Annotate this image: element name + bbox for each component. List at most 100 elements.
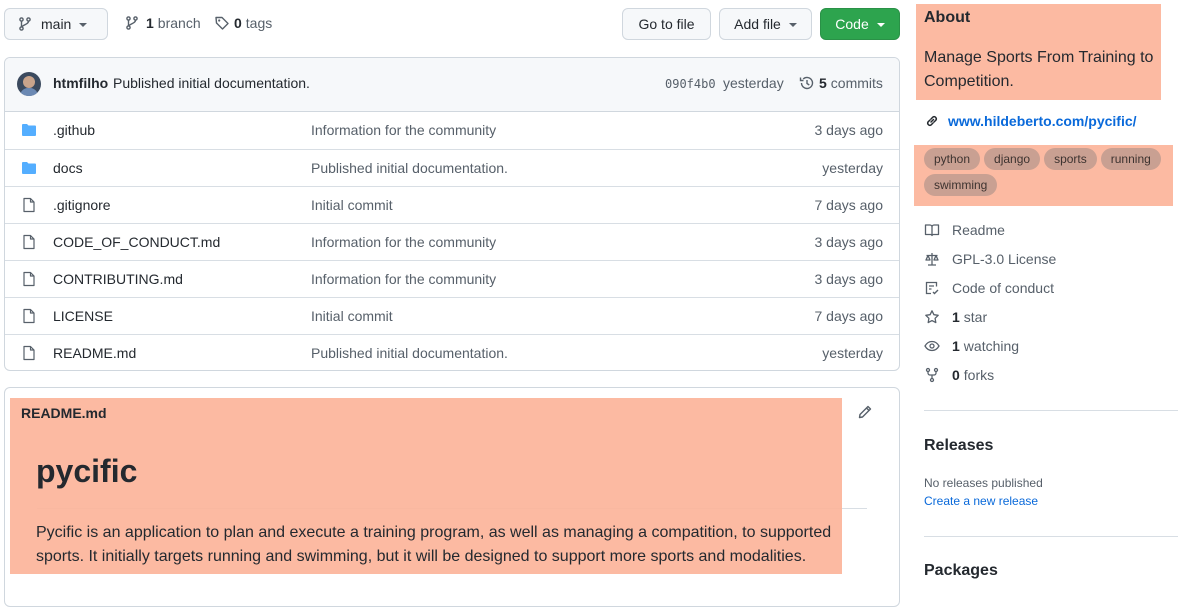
sidebar-divider [924, 410, 1178, 411]
topic-tag[interactable]: running [1100, 148, 1161, 170]
folder-icon [21, 122, 37, 138]
topic-tag[interactable]: django [984, 148, 1041, 170]
file-commit-message[interactable]: Published initial documentation. [311, 160, 508, 176]
tag-icon [214, 15, 230, 31]
avatar[interactable] [17, 72, 41, 96]
readme-link[interactable]: Readme [924, 222, 1005, 238]
file-commit-message[interactable]: Initial commit [311, 197, 393, 213]
file-icon [21, 345, 37, 361]
stars-label: star [963, 309, 988, 325]
topic-tag[interactable]: swimming [924, 174, 998, 196]
readme-link-label: Readme [952, 222, 1005, 238]
about-heading: About [924, 9, 971, 26]
commits-history-link[interactable]: 5 commits [799, 75, 883, 91]
file-row[interactable]: CODE_OF_CONDUCT.md Information for the co… [5, 223, 899, 260]
stars-link[interactable]: 1 star [924, 309, 987, 325]
file-age: 3 days ago [814, 122, 884, 138]
readme-title: pycific [36, 453, 138, 489]
file-row[interactable]: docs Published initial documentation. yest… [5, 149, 899, 186]
website-link[interactable]: www.hildeberto.com/pycific/ [924, 113, 1137, 129]
code-button[interactable]: Code [820, 8, 900, 40]
file-icon [21, 197, 37, 213]
file-row[interactable]: README.md Published initial documentation… [5, 334, 899, 370]
file-name[interactable]: docs [53, 160, 83, 176]
commits-label: commits [830, 75, 883, 91]
folder-icon [21, 160, 37, 176]
forks-label: forks [963, 367, 995, 383]
file-name[interactable]: .gitignore [53, 197, 111, 213]
file-row[interactable]: LICENSE Initial commit 7 days ago [5, 297, 899, 334]
commit-message[interactable]: Published initial documentation. [113, 75, 310, 91]
code-of-conduct-icon [924, 280, 940, 296]
branch-count: 1 [146, 15, 154, 31]
commits-count: 5 [819, 75, 827, 91]
file-commit-message[interactable]: Information for the community [311, 271, 496, 287]
watchers-link[interactable]: 1 watching [924, 338, 1019, 354]
pencil-icon [857, 404, 873, 420]
file-row[interactable]: .gitignore Initial commit 7 days ago [5, 186, 899, 223]
about-description: Manage Sports From Training to Competiti… [924, 49, 1154, 90]
add-file-button[interactable]: Add file [719, 8, 812, 40]
link-icon [924, 113, 940, 129]
tags-link[interactable]: 0 tags [214, 15, 272, 31]
eye-icon [924, 338, 940, 354]
topic-tag[interactable]: python [924, 148, 981, 170]
packages-heading[interactable]: Packages [924, 562, 998, 580]
code-label: Code [835, 16, 869, 32]
star-icon [924, 309, 940, 325]
file-icon [21, 308, 37, 324]
chevron-down-icon [876, 23, 885, 27]
releases-heading[interactable]: Releases [924, 437, 993, 455]
branches-link[interactable]: 1 branch [124, 15, 201, 31]
fork-icon [924, 367, 940, 383]
book-icon [924, 222, 940, 238]
watching-label: watching [963, 338, 1020, 354]
readme-filename[interactable]: README.md [21, 405, 107, 421]
file-commit-message[interactable]: Information for the community [311, 122, 496, 138]
file-name[interactable]: .github [53, 122, 95, 138]
file-name[interactable]: LICENSE [53, 308, 113, 324]
code-of-conduct-link[interactable]: Code of conduct [924, 280, 1054, 296]
commit-sha[interactable]: 090f4b0 [665, 77, 716, 91]
file-browser: htmfilho Published initial documentation… [4, 57, 900, 371]
license-link-label: GPL-3.0 License [952, 251, 1057, 267]
latest-commit-bar: htmfilho Published initial documentation… [5, 58, 899, 112]
chevron-down-icon [788, 23, 797, 27]
stars-count: 1 [952, 309, 960, 325]
file-commit-message[interactable]: Information for the community [311, 234, 496, 250]
file-name[interactable]: README.md [53, 345, 136, 361]
forks-link[interactable]: 0 forks [924, 367, 994, 383]
file-list: .github Information for the community 3 da… [5, 112, 899, 370]
file-name[interactable]: CONTRIBUTING.md [53, 271, 183, 287]
file-icon [21, 271, 37, 287]
topic-tag[interactable]: sports [1044, 148, 1097, 170]
commit-author[interactable]: htmfilho [53, 75, 108, 91]
file-age: 7 days ago [814, 308, 884, 324]
file-age: 7 days ago [814, 197, 884, 213]
readme-body: Pycific is an application to plan and ex… [36, 524, 832, 565]
history-icon [799, 75, 815, 91]
website-url: www.hildeberto.com/pycific/ [948, 113, 1137, 129]
tag-label: tags [245, 15, 273, 31]
branch-name: main [41, 16, 72, 32]
git-branch-icon [124, 15, 140, 31]
create-release-link[interactable]: Create a new release [924, 494, 1038, 508]
file-icon [21, 234, 37, 250]
go-to-file-button[interactable]: Go to file [622, 8, 711, 40]
license-link[interactable]: GPL-3.0 License [924, 251, 1056, 267]
watching-count: 1 [952, 338, 960, 354]
law-scale-icon [924, 251, 940, 267]
file-row[interactable]: .github Information for the community 3 da… [5, 112, 899, 149]
branch-selector-button[interactable]: main [4, 8, 108, 40]
edit-readme-button[interactable] [857, 404, 877, 424]
no-releases-text: No releases published [924, 476, 1043, 490]
file-age: 3 days ago [814, 271, 884, 287]
tag-count: 0 [234, 15, 242, 31]
file-commit-message[interactable]: Published initial documentation. [311, 345, 508, 361]
forks-count: 0 [952, 367, 960, 383]
file-row[interactable]: CONTRIBUTING.md Information for the commu… [5, 260, 899, 297]
file-name[interactable]: CODE_OF_CONDUCT.md [53, 234, 220, 250]
file-commit-message[interactable]: Initial commit [311, 308, 393, 324]
file-age: yesterday [822, 345, 883, 361]
file-age: yesterday [822, 160, 883, 176]
